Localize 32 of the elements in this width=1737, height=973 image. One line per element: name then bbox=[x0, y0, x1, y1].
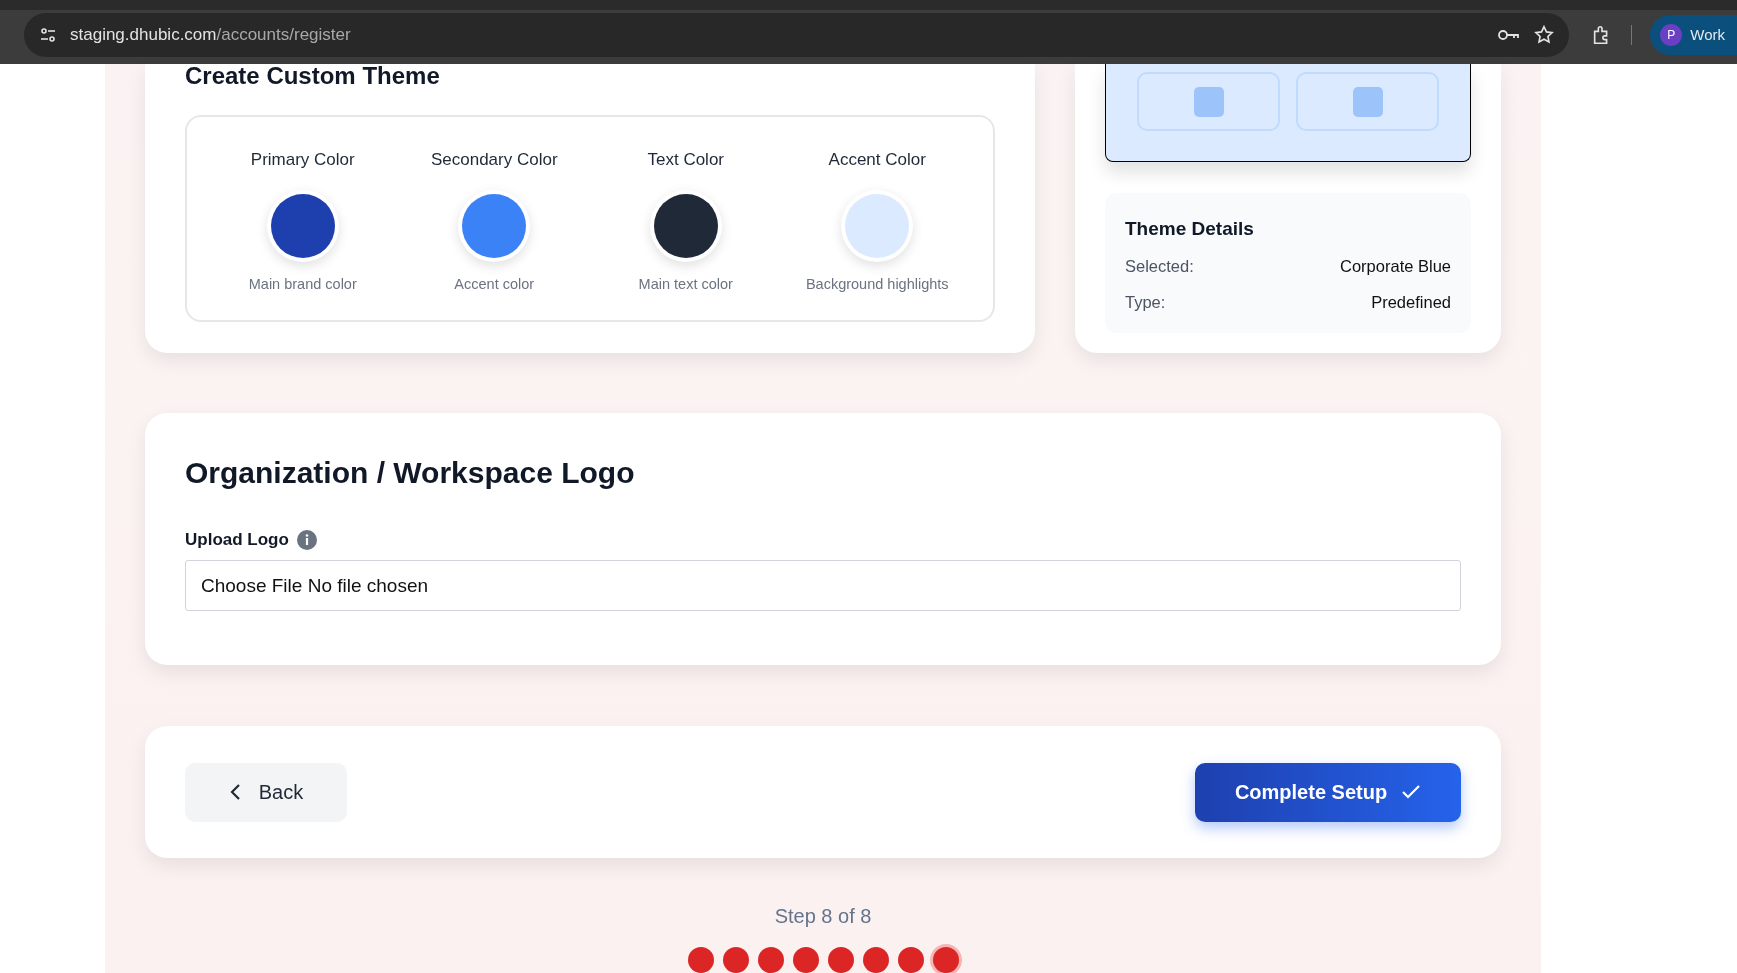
key-icon[interactable] bbox=[1497, 27, 1522, 43]
check-icon bbox=[1401, 784, 1422, 801]
field-label: Upload Logo bbox=[185, 528, 289, 551]
step-counter: Step 8 of 8 bbox=[773, 904, 873, 929]
section-title: Create Custom Theme bbox=[185, 64, 441, 88]
file-input-field[interactable]: Choose File No file chosen bbox=[185, 560, 1461, 612]
preview-square bbox=[1193, 86, 1224, 117]
color-label: Text Color bbox=[647, 149, 724, 171]
chevron-left-icon bbox=[228, 783, 243, 802]
color-label: Secondary Color bbox=[430, 149, 558, 171]
color-label: Accent Color bbox=[828, 149, 926, 171]
back-button[interactable]: Back bbox=[185, 762, 347, 822]
detail-value: Predefined bbox=[1371, 292, 1451, 314]
info-icon[interactable] bbox=[296, 529, 317, 550]
section-title: Organization / Workspace Logo bbox=[185, 454, 636, 491]
color-caption: Main text color bbox=[638, 274, 733, 294]
detail-label: Type: bbox=[1125, 292, 1166, 314]
site-settings-icon[interactable] bbox=[38, 25, 58, 45]
preview-square bbox=[1352, 86, 1383, 117]
detail-value: Corporate Blue bbox=[1340, 255, 1451, 277]
color-label: Primary Color bbox=[250, 149, 355, 171]
complete-setup-button[interactable]: Complete Setup bbox=[1195, 762, 1461, 822]
detail-label: Selected: bbox=[1125, 255, 1194, 277]
color-caption: Background highlights bbox=[805, 274, 949, 294]
avatar: P bbox=[1660, 24, 1683, 46]
profile-button[interactable]: P Work bbox=[1650, 15, 1737, 55]
star-icon[interactable] bbox=[1533, 24, 1556, 46]
details-title: Theme Details bbox=[1125, 217, 1255, 241]
color-caption: Main brand color bbox=[248, 274, 357, 294]
address-bar[interactable]: staging.dhubic.com/accounts/register bbox=[24, 13, 1570, 57]
color-caption: Accent color bbox=[454, 274, 535, 294]
url-text[interactable]: staging.dhubic.com/accounts/register bbox=[70, 22, 1486, 48]
